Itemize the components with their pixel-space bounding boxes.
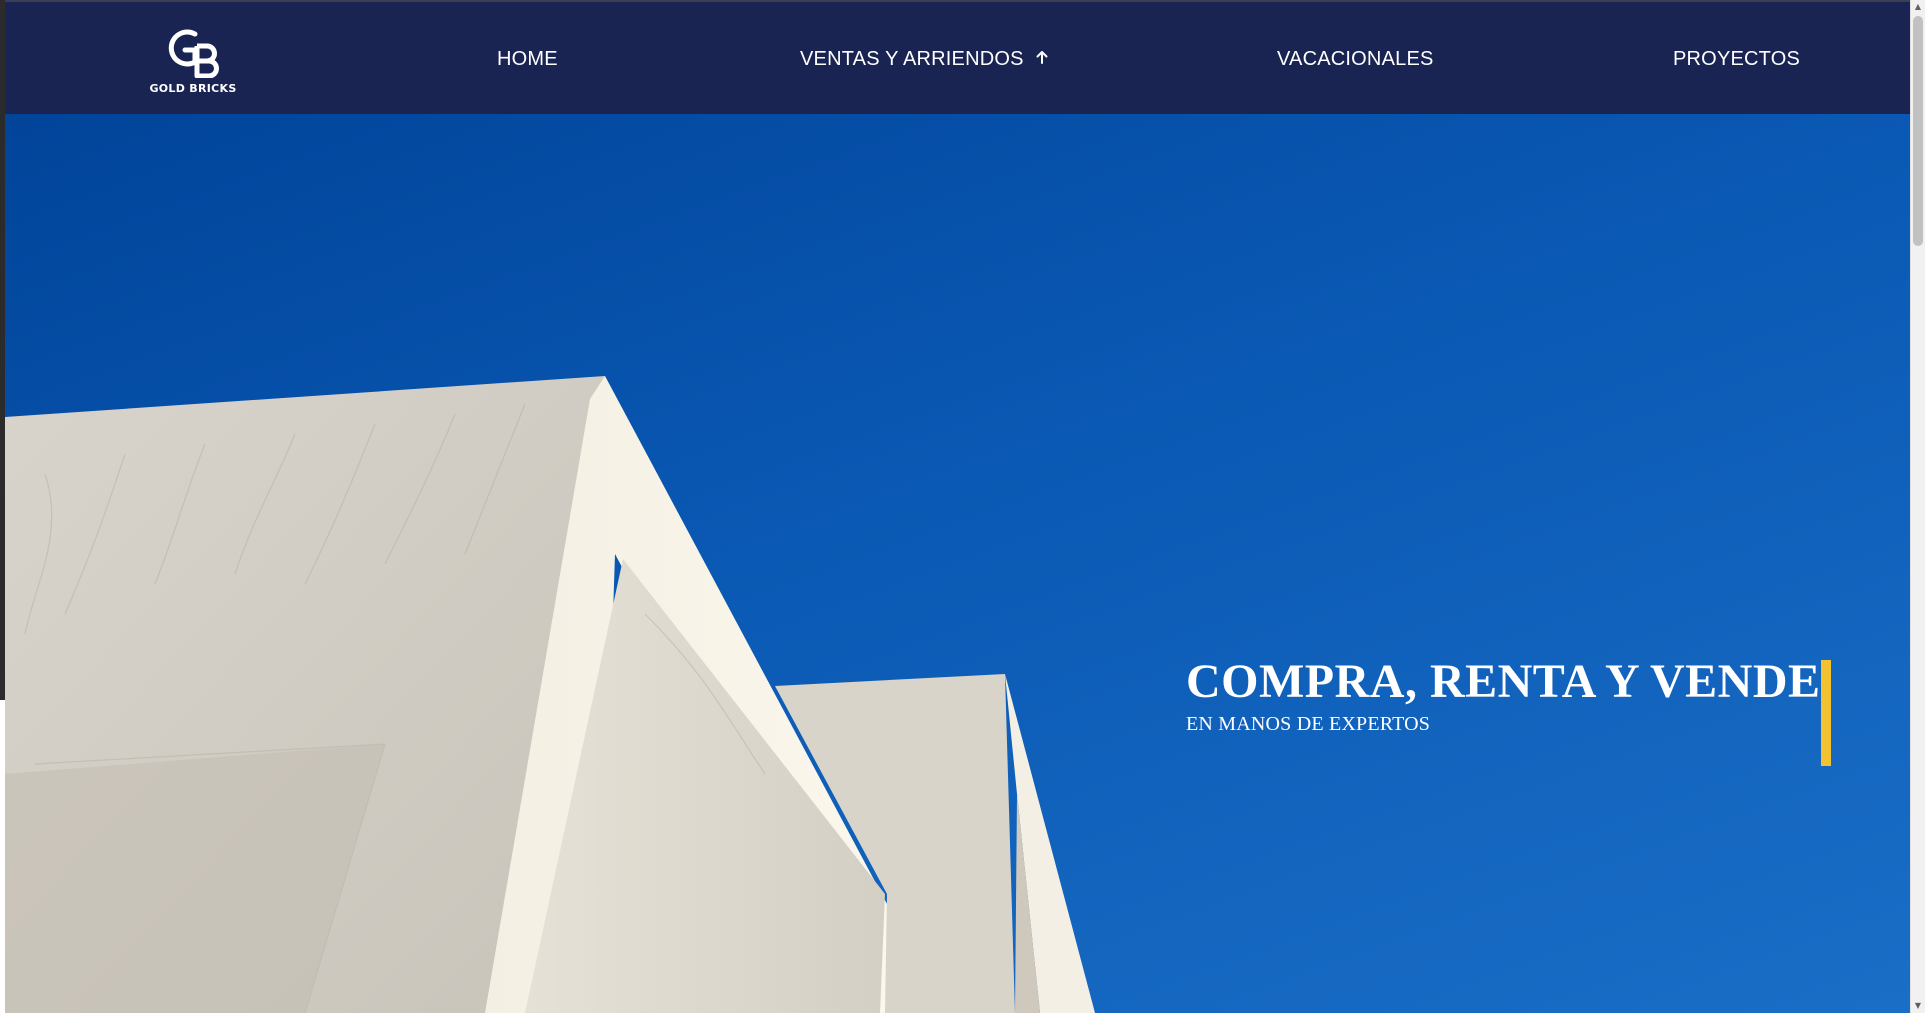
logo-monogram-icon <box>168 29 219 78</box>
scroll-down-icon[interactable]: ▼ <box>1911 999 1925 1013</box>
hero-building-image <box>5 376 1095 1013</box>
logo[interactable]: GOLD BRICKS <box>143 22 243 102</box>
scroll-up-icon[interactable]: ▲ <box>1911 0 1925 14</box>
hero-title: COMPRA, RENTA Y VENDE <box>1186 655 1821 708</box>
logo-text: GOLD BRICKS <box>149 82 237 95</box>
nav-vacacionales[interactable]: VACACIONALES <box>1277 48 1434 71</box>
nav-ventas-y-arriendos[interactable]: VENTAS Y ARRIENDOS <box>800 48 1049 71</box>
hero-text-block: COMPRA, RENTA Y VENDE EN MANOS DE EXPERT… <box>1186 655 1826 736</box>
nav-home[interactable]: HOME <box>497 48 558 71</box>
page-scrollbar[interactable]: ▲ ▼ <box>1910 0 1925 1013</box>
hero-banner: COMPRA, RENTA Y VENDE EN MANOS DE EXPERT… <box>5 114 1910 1013</box>
nav-ventas-label: VENTAS Y ARRIENDOS <box>800 48 1024 70</box>
page: GOLD BRICKS HOME VENTAS Y ARRIENDOS VACA… <box>0 0 1925 1013</box>
nav-proyectos[interactable]: PROYECTOS <box>1673 48 1800 71</box>
scroll-thumb[interactable] <box>1913 16 1923 246</box>
arrow-up-icon <box>1036 51 1048 64</box>
hero-accent-bar <box>1821 660 1831 766</box>
hero-subtitle: EN MANOS DE EXPERTOS <box>1186 713 1431 735</box>
site-header: GOLD BRICKS HOME VENTAS Y ARRIENDOS VACA… <box>5 0 1910 114</box>
